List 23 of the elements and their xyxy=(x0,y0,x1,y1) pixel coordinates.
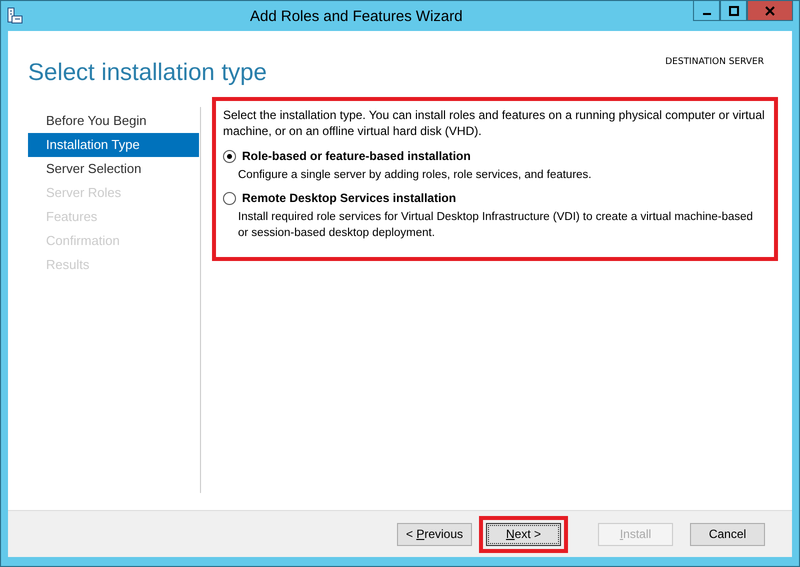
wizard-step[interactable]: Server Selection xyxy=(28,157,199,181)
wizard-step[interactable]: Installation Type xyxy=(28,133,199,157)
radio-button[interactable] xyxy=(223,192,236,204)
wizard-button[interactable]: < Previous xyxy=(397,522,472,546)
option-description: Install required role services for Virtual Desktop Infrastructure (VDI) to create a virtual machine-based or session-based desktop deployment. xyxy=(238,210,754,241)
maximize-icon xyxy=(728,6,738,16)
close-button[interactable] xyxy=(747,1,793,21)
window-title: Add Roles and Features Wizard xyxy=(250,8,463,24)
page-title: Select installation type xyxy=(28,59,267,88)
option-description: Configure a single server by adding roles, role services, and features. xyxy=(238,168,592,183)
option-label[interactable]: Remote Desktop Services installation xyxy=(242,191,456,205)
wizard-button[interactable]: Cancel xyxy=(690,522,765,546)
instructions-text: Select the installation type. You can install roles and features on a running physical computer or virtual machine, or on an offline virtual hard disk (VHD). xyxy=(223,107,766,139)
close-icon xyxy=(765,6,775,16)
minimize-icon xyxy=(702,12,710,14)
maximize-button[interactable] xyxy=(720,1,747,21)
server-icon xyxy=(6,7,24,25)
radio-button[interactable] xyxy=(223,150,236,162)
option-label[interactable]: Role-based or feature-based installation xyxy=(242,149,471,163)
minimize-button[interactable] xyxy=(693,1,720,21)
wizard-button[interactable]: Next > xyxy=(486,522,561,546)
destination-server-label: DESTINATION SERVER xyxy=(665,57,764,69)
wizard-step[interactable]: Before You Begin xyxy=(28,109,199,133)
